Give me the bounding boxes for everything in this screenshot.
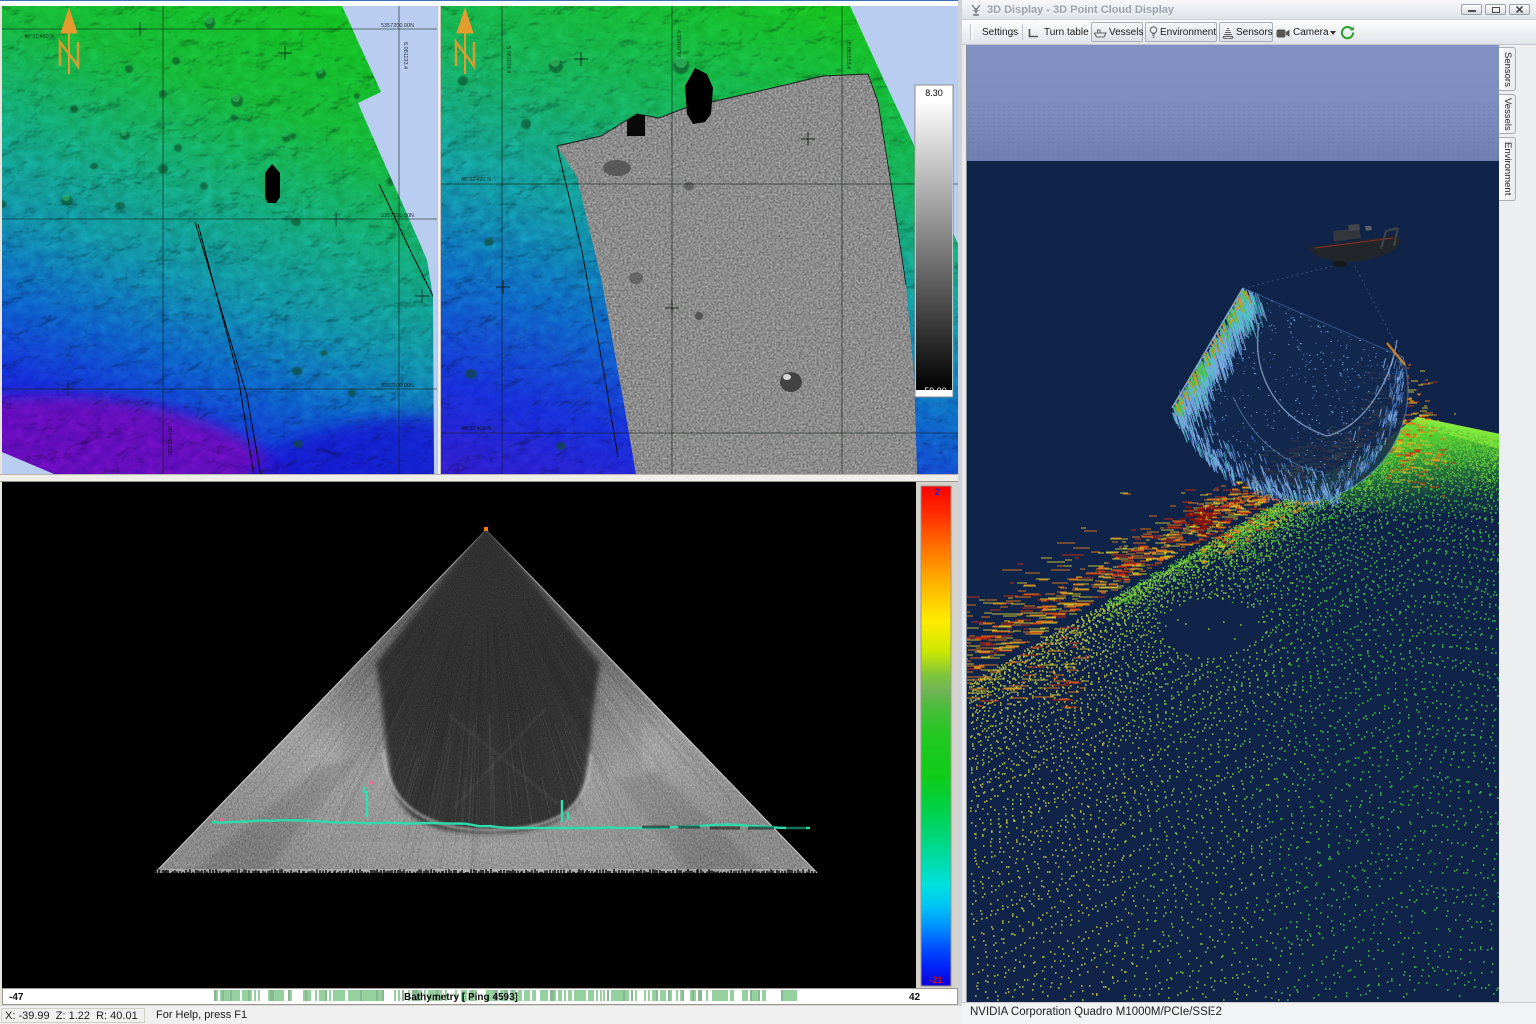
svg-text:264740.00E: 264740.00E xyxy=(166,426,172,456)
svg-text:-47: -47 xyxy=(9,992,24,1003)
svg-text:48°22'400 N: 48°22'400 N xyxy=(461,426,491,432)
svg-text:48°21'450 N: 48°21'450 N xyxy=(24,34,54,40)
svg-text:4.33409"W: 4.33409"W xyxy=(675,30,681,58)
svg-text:5357150.00N: 5357150.00N xyxy=(381,213,414,219)
svg-text:6.081133.4: 6.081133.4 xyxy=(402,42,408,69)
svg-text:-59.90: -59.90 xyxy=(921,386,947,396)
svg-text:-21: -21 xyxy=(929,975,942,985)
svg-text:5357200.00N: 5357200.00N xyxy=(381,23,414,29)
svg-text:6.081133.4: 6.081133.4 xyxy=(505,46,511,73)
svg-text:6.081133.4: 6.081133.4 xyxy=(845,42,851,69)
svg-text:2: 2 xyxy=(934,487,939,497)
svg-text:48°22'420 N: 48°22'420 N xyxy=(461,177,491,183)
svg-text:5357100.00N: 5357100.00N xyxy=(381,383,414,389)
svg-text:Bathymetry [ Ping 4593]: Bathymetry [ Ping 4593] xyxy=(404,992,518,1003)
svg-text:42: 42 xyxy=(909,992,921,1003)
svg-text:8.30: 8.30 xyxy=(925,88,943,98)
